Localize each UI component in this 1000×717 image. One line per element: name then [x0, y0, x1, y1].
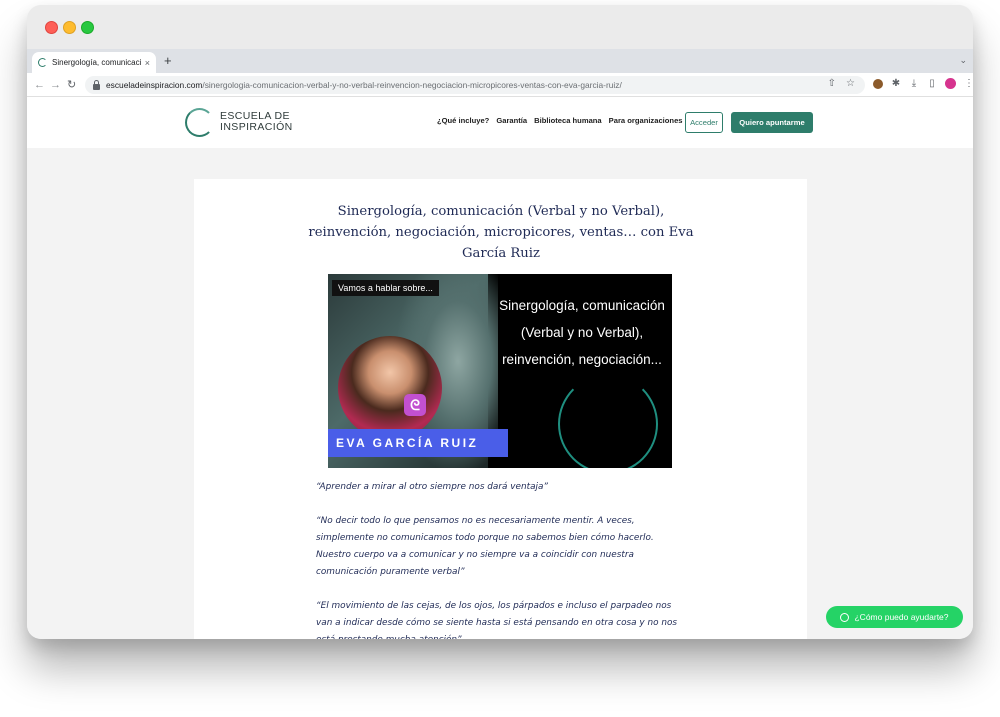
quote-paragraph: “No decir todo lo que pensamos no es nec…	[316, 516, 654, 577]
hero-topic-text: Sinergología, comunicación (Verbal y no …	[499, 298, 665, 367]
address-bar[interactable]: escueladeinspiracion.com/sinergologia-co…	[85, 76, 865, 94]
back-icon[interactable]: ←	[34, 77, 45, 93]
extensions-puzzle-icon[interactable]: ✱	[891, 78, 901, 89]
post-title: Sinergología, comunicación (Verbal y no …	[308, 204, 694, 261]
whatsapp-chat-button[interactable]: ¿Cómo puedo ayudarte?	[826, 606, 963, 628]
nav-que-incluye[interactable]: ¿Qué incluye?	[437, 116, 489, 125]
nav-biblioteca-humana[interactable]: Biblioteca humana	[534, 116, 602, 125]
logo-text: ESCUELA DE INSPIRACIÓN	[220, 110, 293, 133]
hero-image: Vamos a hablar sobre... ᘓ EVA GARCÍA RUI…	[328, 274, 672, 468]
tab-strip: Sinergología, comunicación (V × + ⌄	[27, 49, 973, 73]
site-favicon-icon	[38, 58, 47, 67]
profile-avatar[interactable]	[945, 78, 956, 89]
logo-ring-icon	[185, 108, 214, 137]
quotes-block: “Aprender a mirar al otro siempre nos da…	[316, 479, 686, 639]
app-logo-icon: ᘓ	[404, 394, 426, 416]
quote-paragraph: “El movimiento de las cejas, de los ojos…	[316, 601, 678, 639]
browser-window: Sinergología, comunicación (V × + ⌄ ← → …	[27, 5, 973, 639]
quote-paragraph: “Aprender a mirar al otro siempre nos da…	[316, 482, 549, 492]
site-header: ESCUELA DE INSPIRACIÓN ¿Qué incluye? Gar…	[27, 97, 973, 148]
swirl-decoration	[558, 374, 658, 468]
tab-close-icon[interactable]: ×	[145, 58, 150, 68]
hero-chip: Vamos a hablar sobre...	[332, 280, 439, 296]
whatsapp-icon	[840, 612, 850, 622]
signup-button[interactable]: Quiero apuntarme	[731, 112, 813, 133]
speaker-name: EVA GARCÍA RUIZ	[328, 429, 508, 457]
title-bar	[27, 5, 973, 49]
share-icon[interactable]: ⇧	[828, 78, 836, 89]
tab-active[interactable]: Sinergología, comunicación (V ×	[32, 52, 156, 73]
post-card: Sinergología, comunicación (Verbal y no …	[194, 179, 807, 639]
lock-icon[interactable]	[93, 79, 100, 90]
tab-search-icon[interactable]: ⌄	[959, 55, 967, 66]
browser-toolbar: ← → ↻ escueladeinspiracion.com/sinergolo…	[27, 73, 973, 97]
minimize-window-button[interactable]	[63, 21, 76, 34]
new-tab-button[interactable]: +	[164, 54, 172, 68]
reload-icon[interactable]: ↻	[67, 77, 76, 93]
browser-menu-icon[interactable]: ⋮	[964, 78, 973, 89]
login-button[interactable]: Acceder	[685, 112, 723, 133]
side-panel-icon[interactable]: ▯	[927, 78, 937, 89]
whatsapp-label: ¿Cómo puedo ayudarte?	[854, 612, 949, 622]
main-nav: ¿Qué incluye? Garantía Biblioteca humana…	[437, 116, 683, 125]
cookie-extension-icon[interactable]	[873, 78, 883, 89]
bookmark-star-icon[interactable]: ☆	[846, 78, 855, 89]
tab-title: Sinergología, comunicación (V	[52, 58, 141, 67]
page-viewport: ESCUELA DE INSPIRACIÓN ¿Qué incluye? Gar…	[27, 97, 973, 639]
maximize-window-button[interactable]	[81, 21, 94, 34]
close-window-button[interactable]	[45, 21, 58, 34]
site-logo[interactable]: ESCUELA DE INSPIRACIÓN	[185, 106, 305, 138]
nav-garantia[interactable]: Garantía	[496, 116, 527, 125]
nav-para-organizaciones[interactable]: Para organizaciones	[609, 116, 683, 125]
forward-icon[interactable]: →	[50, 77, 61, 93]
speaker-portrait	[338, 336, 442, 440]
url-text[interactable]: escueladeinspiracion.com/sinergologia-co…	[106, 80, 622, 90]
download-icon[interactable]: ⤓	[909, 78, 919, 89]
